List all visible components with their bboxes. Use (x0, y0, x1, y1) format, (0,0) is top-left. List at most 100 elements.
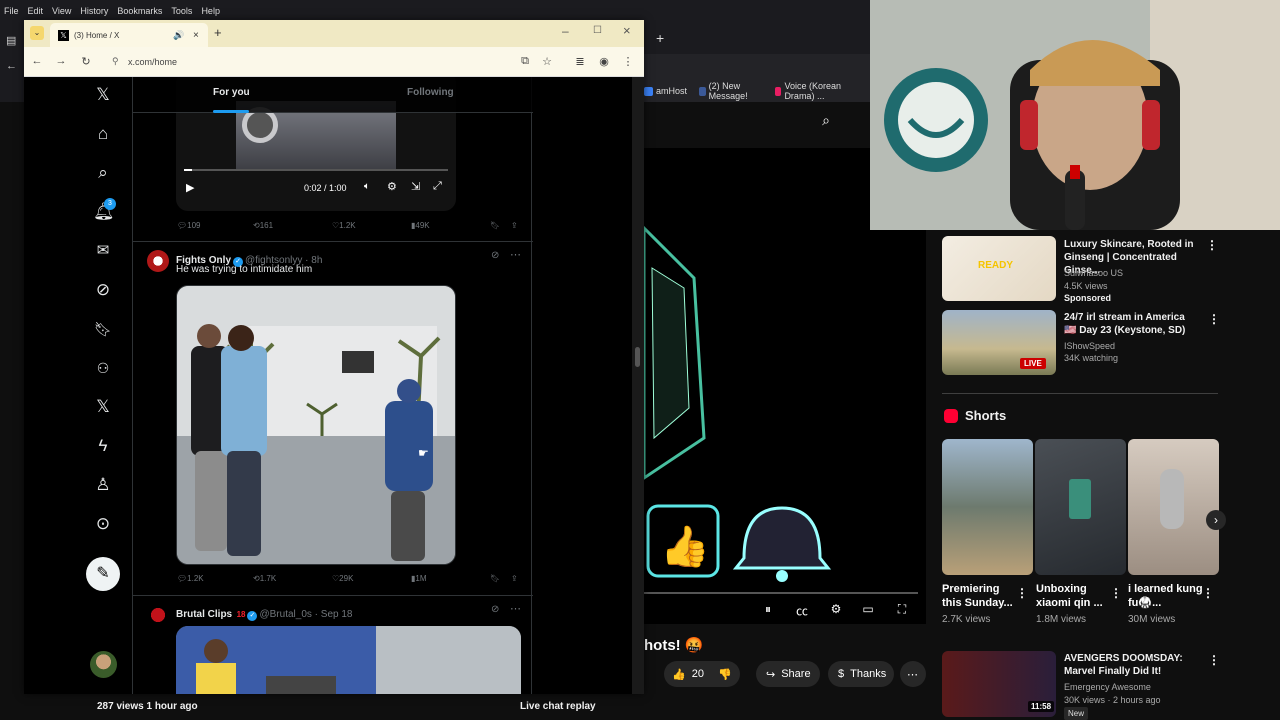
tweet-video[interactable] (176, 626, 521, 694)
rec-thumbnail[interactable]: READY (942, 236, 1056, 301)
bookmark-item[interactable]: amHost (644, 86, 687, 96)
short-title[interactable]: Premiering this Sunday... (942, 582, 1018, 610)
short-more-icon[interactable]: ⋮ (1016, 586, 1028, 600)
menu-help[interactable]: Help (201, 6, 220, 16)
tab-following[interactable]: Following (407, 87, 454, 98)
grok-icon[interactable]: ⊘ (93, 280, 113, 300)
x-logo-icon[interactable]: 𝕏 (93, 85, 113, 105)
grok-explain-icon[interactable]: ⊘ (491, 604, 499, 615)
profile-person-icon[interactable]: ♙ (93, 475, 113, 495)
account-icon[interactable]: ◉ (597, 55, 611, 68)
yt-search-icon[interactable]: ⌕ (806, 108, 846, 132)
short-more-icon[interactable]: ⋮ (1110, 586, 1122, 600)
video-settings-icon[interactable]: ⚙ (387, 180, 397, 193)
notifications-bell-icon[interactable]: 🔔︎ 3 (93, 198, 116, 222)
bookmark-item[interactable]: (2) New Message! (699, 81, 763, 101)
rec-title[interactable]: 24/7 irl stream in America 🇺🇸 Day 23 (Ke… (1064, 311, 1200, 337)
tab-x-home[interactable]: 𝕏 (3) Home / X 🔊 × (50, 23, 208, 47)
short-thumbnail[interactable] (942, 439, 1033, 575)
more-circle-icon[interactable]: ⊙ (93, 514, 113, 534)
rec-more-icon[interactable]: ⋮ (1208, 653, 1220, 667)
grok-explain-icon[interactable]: ⊘ (491, 250, 499, 261)
rec-title[interactable]: AVENGERS DOOMSDAY: Marvel Finally Did It… (1064, 652, 1200, 678)
settings-gear-icon[interactable]: ⚙ (828, 602, 844, 616)
author-avatar[interactable] (147, 604, 169, 626)
short-more-icon[interactable]: ⋮ (1202, 586, 1214, 600)
repost-button[interactable]: ⟲ 161 (253, 221, 273, 230)
picture-in-picture-icon[interactable]: ⧉ (518, 55, 532, 68)
tab-list-icon[interactable]: ⌄ (30, 26, 44, 40)
menu-history[interactable]: History (80, 6, 108, 16)
menu-tools[interactable]: Tools (171, 6, 192, 16)
tab-audio-icon[interactable]: 🔊 (173, 30, 184, 41)
home-icon[interactable]: ⌂ (93, 124, 113, 144)
scrollbar[interactable] (632, 77, 644, 694)
tweet-video[interactable] (176, 285, 456, 565)
site-info-icon[interactable]: ⚲ (112, 56, 119, 67)
menu-view[interactable]: View (52, 6, 71, 16)
address-bar[interactable]: ⚲ x.com/home (108, 52, 498, 72)
like-button[interactable]: ♡ 29K (332, 574, 353, 583)
like-button[interactable]: ♡ 1.2K (332, 221, 356, 230)
fullscreen-icon[interactable]: ⛶ (894, 602, 910, 616)
bookmark-icon[interactable]: 🔖︎ (490, 574, 500, 583)
messages-envelope-icon[interactable]: ✉ (93, 241, 113, 261)
minimize-icon[interactable]: – (562, 24, 569, 38)
close-window-icon[interactable]: × (623, 23, 631, 38)
autoplay-toggle[interactable]: ⏸ (758, 602, 778, 616)
post-button[interactable]: ✎ (86, 557, 120, 591)
share-icon[interactable]: ⇪ (511, 221, 518, 230)
volume-icon[interactable]: 🔈︎ (364, 181, 370, 192)
thumbs-up-icon[interactable]: 👍 (672, 668, 686, 681)
reload-icon[interactable]: ↻ (79, 55, 93, 68)
menu-file[interactable]: File (4, 6, 19, 16)
video-fullscreen-icon[interactable]: ⤢ (433, 180, 442, 193)
repost-button[interactable]: ⟲ 1.7K (253, 574, 276, 583)
short-thumbnail[interactable] (1128, 439, 1219, 575)
author-avatar[interactable] (147, 250, 169, 272)
search-icon[interactable]: ⌕ (93, 163, 113, 183)
reply-button[interactable]: 💬︎ 1.2K (177, 574, 204, 583)
avatar[interactable] (90, 651, 117, 678)
tweet-more-icon[interactable]: ⋯ (510, 602, 521, 615)
maximize-icon[interactable]: ☐ (593, 25, 602, 36)
share-button[interactable]: ↪ Share (756, 661, 820, 687)
scrollbar-thumb[interactable] (635, 347, 640, 367)
bookmark-item[interactable]: Voice (Korean Drama) ... (774, 81, 858, 101)
video-pip-icon[interactable]: ⇲ (411, 180, 420, 193)
play-icon[interactable]: ▶ (186, 181, 194, 194)
rec-thumbnail[interactable]: LIVE (942, 310, 1056, 375)
rec-thumbnail[interactable]: 11:58 (942, 651, 1056, 717)
short-title[interactable]: Unboxing xiaomi qin ... (1036, 582, 1112, 610)
bookmark-star-icon[interactable]: ☆ (540, 55, 554, 68)
bookmark-icon[interactable]: 🔖︎ (490, 221, 500, 230)
forward-icon[interactable]: → (54, 55, 68, 67)
tab-for-you[interactable]: For you (213, 87, 250, 98)
author-name[interactable]: Brutal Clips (176, 609, 232, 620)
menu-edit[interactable]: Edit (28, 6, 44, 16)
new-tab-icon[interactable]: + (214, 25, 222, 40)
menu-kebab-icon[interactable]: ⋮ (621, 55, 635, 68)
views-button[interactable]: ▮ 49K (411, 221, 430, 230)
bookmarks-icon[interactable]: 🔖︎ (93, 319, 113, 339)
shorts-next-icon[interactable]: › (1206, 510, 1226, 530)
rec-more-icon[interactable]: ⋮ (1208, 312, 1220, 326)
views-button[interactable]: ▮ 1M (411, 574, 427, 583)
premium-x-icon[interactable]: 𝕏 (93, 397, 113, 417)
thumbs-down-icon[interactable]: 👎 (718, 668, 732, 681)
author-handle[interactable]: @Brutal_0s · Sep 18 (259, 609, 352, 620)
menu-bookmarks[interactable]: Bookmarks (117, 6, 162, 16)
rec-more-icon[interactable]: ⋮ (1206, 238, 1218, 252)
reply-button[interactable]: 💬︎ 109 (177, 221, 201, 230)
reader-list-icon[interactable]: ≣ (573, 55, 587, 68)
thanks-button[interactable]: $ Thanks (828, 661, 894, 687)
communities-icon[interactable]: ⚇ (93, 358, 113, 378)
verified-orgs-lightning-icon[interactable]: ϟ (93, 436, 113, 456)
tab-close-icon[interactable]: × (193, 30, 199, 41)
tweet-more-icon[interactable]: ⋯ (510, 248, 521, 261)
back-icon[interactable]: ← (30, 55, 44, 67)
sidebar-toggle-icon[interactable]: ▤ (6, 34, 16, 47)
short-title[interactable]: i learned kung fu🥋... (1128, 582, 1204, 610)
theater-mode-icon[interactable]: ▭ (860, 602, 876, 616)
new-tab-icon[interactable]: + (656, 30, 664, 46)
